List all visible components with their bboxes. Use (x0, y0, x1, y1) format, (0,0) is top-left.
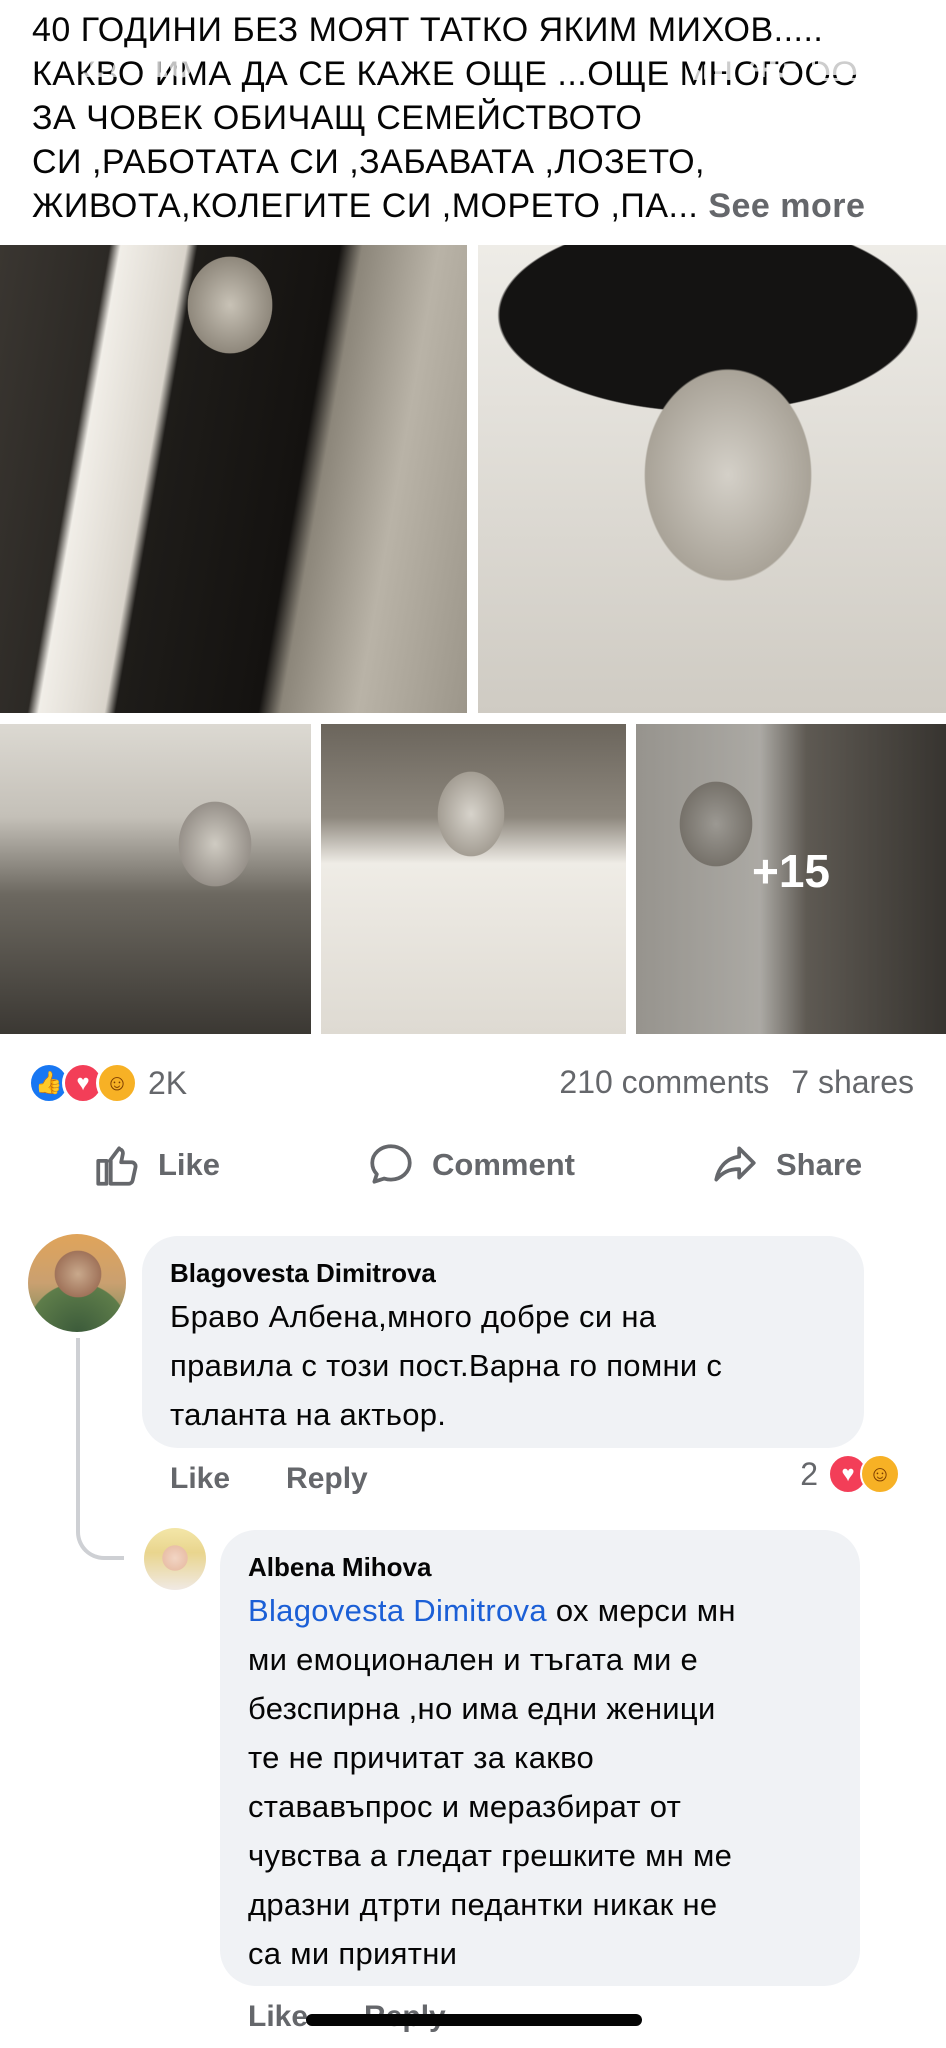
comment-text: Blagovesta Dimitrova ох мерси мн ми емоц… (248, 1586, 832, 1978)
comment-icon (370, 1144, 412, 1184)
see-more-link[interactable]: See more (708, 187, 865, 225)
care-icon: ☺ (860, 1454, 900, 1494)
comment-text-line: чувства а гледат грешките мн ме (248, 1838, 733, 1873)
comment-text: Браво Албена,много добре си на правила с… (170, 1292, 836, 1439)
care-icon: ☺ (96, 1062, 138, 1104)
avatar[interactable] (144, 1528, 206, 1590)
share-label: Share (776, 1147, 863, 1182)
thumbs-up-icon (96, 1146, 138, 1186)
post-actions: Like Comment Share (0, 1140, 946, 1200)
comment-text-line: правила с този пост.Варна го помни с (170, 1348, 723, 1383)
comment-reply-button[interactable]: Reply (286, 1462, 368, 1496)
comment-text-fragment: ох мерси мн (546, 1593, 736, 1628)
mention-link[interactable]: Blagovesta Dimitrova (248, 1593, 547, 1628)
post-photo-more[interactable]: +15 (636, 724, 946, 1034)
avatar[interactable] (28, 1234, 126, 1332)
comment-text-line: са ми приятни (248, 1936, 458, 1971)
comment-like-button[interactable]: Like (170, 1462, 230, 1496)
share-icon (714, 1146, 756, 1182)
share-button[interactable]: Share (710, 1140, 862, 1190)
comment-like-button[interactable]: Like (248, 2000, 308, 2034)
comment-text-line: Браво Албена,много добре си на (170, 1299, 657, 1334)
reply-thread-line (76, 1338, 124, 1560)
comment-reaction-count: 2 (800, 1455, 818, 1492)
comment-button[interactable]: Comment (366, 1140, 575, 1190)
comment-label: Comment (432, 1147, 575, 1182)
post-text: 40 ГОДИНИ БЕЗ МОЯТ ТАТКО ЯКИМ МИХОВ.....… (32, 8, 912, 228)
more-photos-count: +15 (751, 845, 831, 897)
comment-text-line: те не причитат за какво (248, 1740, 595, 1775)
comments-count[interactable]: 210 comments (559, 1064, 769, 1101)
post-photo[interactable] (0, 724, 311, 1034)
post-text-line: ЗА ЧОВЕК ОБИЧАЩ СЕМЕЙСТВОТО (32, 99, 643, 137)
comment-actions: Like Reply (170, 1462, 368, 1496)
comment-bubble: Blagovesta Dimitrova Браво Албена,много … (142, 1236, 864, 1448)
comment-text-line: стававъпрос и меразбират от (248, 1789, 682, 1824)
like-label: Like (158, 1147, 221, 1182)
comment-reactions[interactable]: 2 ♥ ☺ (800, 1454, 900, 1494)
shares-count[interactable]: 7 shares (791, 1064, 914, 1101)
comment-author[interactable]: Albena Mihova (248, 1548, 832, 1586)
post-photo[interactable] (0, 245, 467, 713)
comment-text-first-line: Blagovesta Dimitrova ох мерси мн (248, 1586, 832, 1635)
reply-bubble: Albena Mihova Blagovesta Dimitrova ох ме… (220, 1530, 860, 1986)
post-photo[interactable] (478, 245, 946, 713)
comment-text-line: ми емоционален и тъгата ми е (248, 1642, 699, 1677)
post-text-line: СИ ,РАБОТАТА СИ ,ЗАБАВАТА ,ЛОЗЕТО, (32, 143, 705, 181)
comment-text-line: дразни дтрти педантки никак не (248, 1887, 718, 1922)
comment-text-line: таланта на актьор. (170, 1397, 447, 1432)
post-text-line: КАКВО ИМА ДА СЕ КАЖЕ ОЩЕ ...ОЩЕ МНОГООО (32, 55, 859, 93)
like-button[interactable]: Like (92, 1140, 220, 1190)
post-text-line: ЖИВОТА,КОЛЕГИТЕ СИ ,МОРЕТО ,ПА... (32, 187, 699, 225)
reaction-count: 2K (148, 1064, 188, 1101)
comment-author[interactable]: Blagovesta Dimitrova (170, 1254, 836, 1292)
comment-text-line: безспирна ,но има едни женици (248, 1691, 716, 1726)
post-stats: 210 comments 7 shares (559, 1064, 914, 1101)
post-text-line: 40 ГОДИНИ БЕЗ МОЯТ ТАТКО ЯКИМ МИХОВ..... (32, 11, 824, 49)
post-text-last-line: ЖИВОТА,КОЛЕГИТЕ СИ ,МОРЕТО ,ПА... See mo… (32, 184, 912, 228)
reactions-summary[interactable]: 👍 ♥ ☺ 2K (28, 1062, 187, 1104)
home-indicator[interactable] (306, 2014, 642, 2026)
post-photo[interactable] (321, 724, 626, 1034)
